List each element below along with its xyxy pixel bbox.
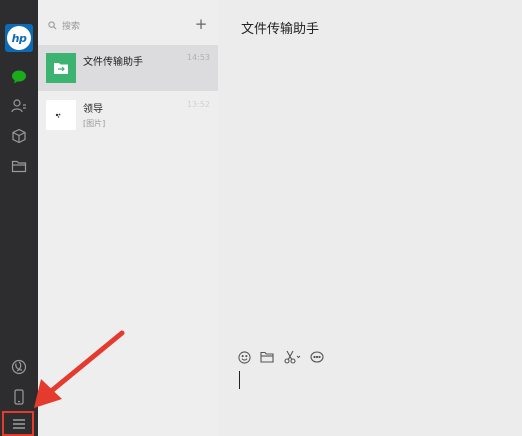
- chat-list-panel: 搜索 + 文件传输助手 14:53 领导 13:52 [图片]: [38, 0, 218, 436]
- avatar-logo: hp: [7, 26, 31, 50]
- avatar-text: hp: [11, 31, 27, 45]
- chat-title: 文件传输助手: [241, 22, 320, 37]
- search-row: 搜索 +: [38, 12, 218, 38]
- message-input[interactable]: [239, 371, 240, 389]
- chat-time: 13:52: [186, 100, 210, 109]
- sidebar: hp: [0, 0, 38, 436]
- add-button[interactable]: +: [192, 14, 210, 34]
- chat-icon[interactable]: [9, 67, 29, 87]
- files-icon[interactable]: [9, 156, 29, 176]
- chat-item-leader[interactable]: 领导 13:52 [图片]: [38, 92, 218, 138]
- message-toolbar: [236, 348, 332, 366]
- chat-main-panel: 文件传输助手: [218, 0, 522, 436]
- chat-name: 领导: [83, 104, 103, 115]
- chat-item-file-transfer[interactable]: 文件传输助手 14:53: [38, 45, 218, 91]
- search-icon: [48, 20, 57, 29]
- contacts-icon[interactable]: [9, 96, 29, 116]
- scissors-icon[interactable]: [282, 349, 302, 365]
- contact-avatar: [46, 100, 76, 130]
- chat-bubble-icon[interactable]: [309, 349, 325, 365]
- search-input[interactable]: 搜索: [48, 16, 178, 34]
- emoji-icon[interactable]: [236, 349, 252, 365]
- favorites-icon[interactable]: [9, 126, 29, 146]
- search-placeholder: 搜索: [62, 21, 81, 32]
- folder-icon[interactable]: [259, 349, 275, 365]
- avatar[interactable]: hp: [5, 24, 33, 52]
- moments-icon[interactable]: [9, 357, 29, 377]
- file-transfer-icon: [46, 53, 76, 83]
- chat-preview: [图片]: [83, 119, 106, 128]
- menu-highlight-box: [2, 411, 34, 436]
- phone-icon[interactable]: [9, 387, 29, 407]
- chat-time: 14:53: [186, 53, 210, 62]
- chat-name: 文件传输助手: [83, 57, 143, 68]
